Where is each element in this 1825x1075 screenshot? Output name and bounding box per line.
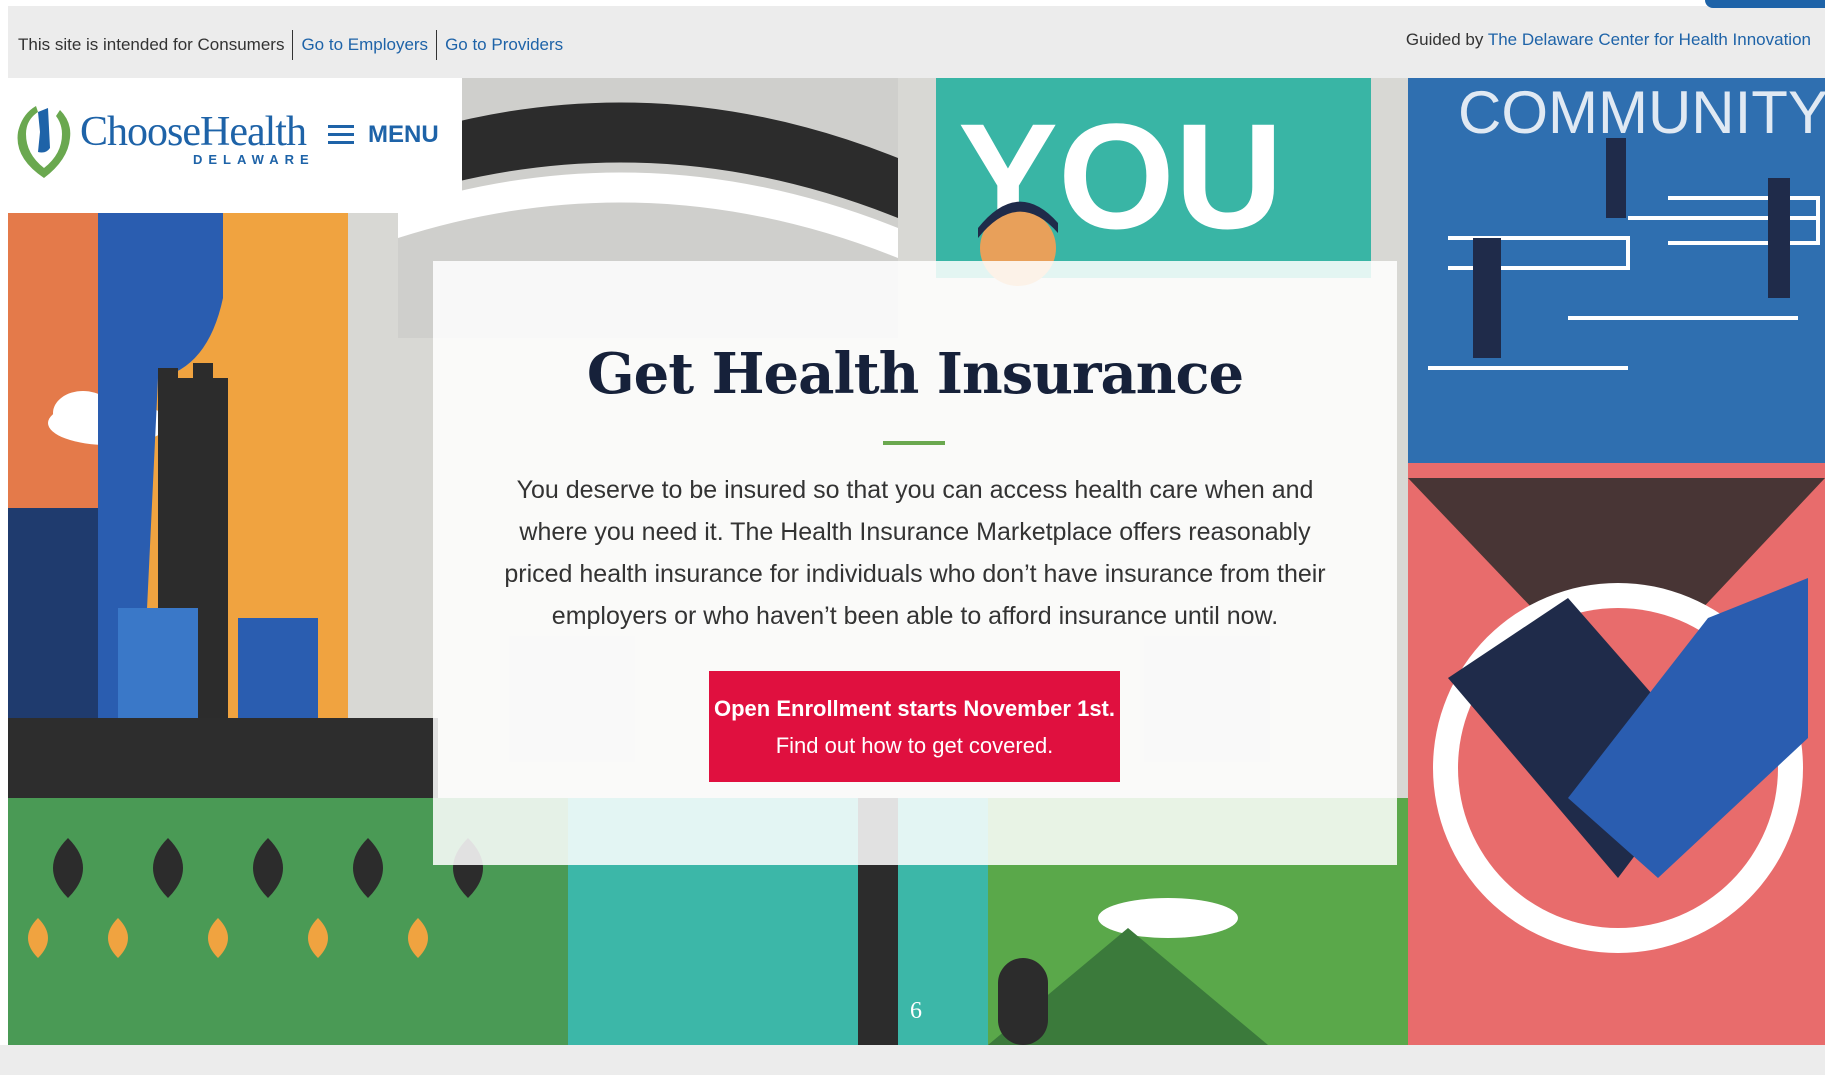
menu-button[interactable]: MENU xyxy=(328,120,439,149)
delaware-center-link[interactable]: The Delaware Center for Health Innovatio… xyxy=(1488,30,1811,49)
hero-card: Get Health Insurance You deserve to be i… xyxy=(433,261,1397,865)
open-enrollment-button[interactable]: Open Enrollment starts November 1st. Fin… xyxy=(709,671,1120,782)
corner-accent xyxy=(1705,0,1825,8)
site-header: ChooseHealth DELAWARE MENU xyxy=(8,78,462,213)
bottom-strip xyxy=(0,1045,1825,1075)
hero-description: You deserve to be insured so that you ca… xyxy=(504,476,1326,630)
community-tile-text: COMMUNITY xyxy=(1458,79,1825,146)
cta-headline: Open Enrollment starts November 1st. xyxy=(714,695,1115,721)
choosehealth-logo-icon[interactable] xyxy=(12,102,76,182)
utility-bar: This site is intended for Consumers Go t… xyxy=(8,6,1825,78)
page-title: Get Health Insurance xyxy=(586,341,1244,407)
logo-wordmark[interactable]: ChooseHealth xyxy=(80,108,307,156)
audience-switcher: This site is intended for Consumers Go t… xyxy=(18,30,563,60)
guided-by-label: Guided by xyxy=(1405,30,1484,49)
logo-subtext: DELAWARE xyxy=(193,152,315,167)
divider xyxy=(436,30,438,60)
audience-label: This site is intended for Consumers xyxy=(18,35,285,54)
menu-label: MENU xyxy=(368,120,439,148)
title-divider xyxy=(883,441,945,445)
go-to-employers-link[interactable]: Go to Employers xyxy=(301,35,428,55)
cta-subline: Find out how to get covered. xyxy=(775,732,1054,758)
hamburger-icon xyxy=(328,120,354,149)
page-number: 6 xyxy=(910,998,922,1024)
guided-by: Guided by The Delaware Center for Health… xyxy=(1406,30,1811,50)
go-to-providers-link[interactable]: Go to Providers xyxy=(445,35,563,55)
divider xyxy=(292,30,294,60)
